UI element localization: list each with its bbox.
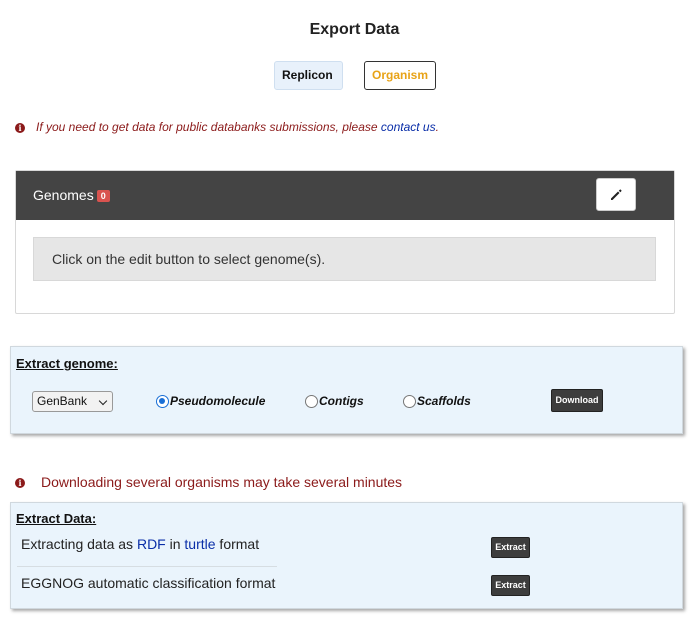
rdf-row-suffix: format	[215, 536, 260, 552]
rdf-row-text: Extracting data as RDF in turtle format	[21, 536, 259, 552]
extract-rdf-button[interactable]: Extract	[491, 537, 530, 558]
radio-contigs-dot[interactable]	[305, 394, 318, 408]
radio-contigs[interactable]: Contigs	[305, 394, 364, 408]
genomes-header: Genomes 0	[16, 171, 674, 220]
radio-pseudomolecule-dot[interactable]	[156, 394, 169, 408]
info-icon: i	[15, 123, 25, 133]
tab-replicon[interactable]: Replicon	[274, 61, 343, 90]
genomes-empty-message: Click on the edit button to select genom…	[33, 237, 656, 281]
info-icon: i	[15, 478, 25, 488]
rdf-row-middle: in	[165, 536, 185, 552]
radio-scaffolds-dot[interactable]	[403, 394, 416, 408]
radio-scaffolds-label: Scaffolds	[417, 394, 471, 408]
extract-data-panel: Extract Data: Extracting data as RDF in …	[10, 502, 683, 609]
row-divider	[17, 566, 277, 567]
tab-organism[interactable]: Organism	[364, 61, 436, 90]
format-select[interactable]: GenBank	[32, 391, 113, 412]
warning-text: Downloading several organisms may take s…	[41, 474, 403, 490]
extract-eggnog-button[interactable]: Extract	[491, 575, 530, 596]
edit-genomes-button[interactable]	[596, 178, 636, 211]
chevron-down-icon	[98, 396, 108, 406]
extract-data-title: Extract Data:	[16, 511, 97, 526]
pencil-icon	[611, 188, 622, 200]
export-tabs: Replicon Organism	[274, 61, 436, 90]
radio-pseudomolecule[interactable]: Pseudomolecule	[156, 394, 265, 408]
eggnog-row-text: EGGNOG automatic classification format	[21, 575, 276, 591]
download-button[interactable]: Download	[551, 389, 603, 412]
genomes-count-badge: 0	[96, 190, 110, 202]
extract-genome-panel: Extract genome: GenBank Pseudomolecule C…	[10, 346, 683, 434]
rdf-row-prefix: Extracting data as	[21, 536, 137, 552]
extract-genome-title: Extract genome:	[16, 356, 118, 371]
radio-pseudomolecule-label: Pseudomolecule	[170, 394, 266, 408]
genomes-title: Genomes 0	[33, 187, 110, 203]
genomes-label: Genomes	[33, 187, 94, 203]
databank-info: i If you need to get data for public data…	[15, 120, 439, 134]
genomes-panel: Genomes 0 Click on the edit button to sel…	[15, 170, 675, 314]
page-title: Export Data	[309, 21, 400, 38]
info-text: If you need to get data for public datab…	[36, 120, 381, 134]
info-suffix: .	[435, 120, 439, 134]
turtle-link[interactable]: turtle	[184, 536, 215, 552]
rdf-link[interactable]: RDF	[137, 536, 166, 552]
contact-us-link[interactable]: contact us	[381, 120, 436, 134]
format-select-value: GenBank	[37, 394, 88, 408]
radio-contigs-label: Contigs	[319, 394, 364, 408]
download-warning: i Downloading several organisms may take …	[15, 474, 402, 490]
radio-scaffolds[interactable]: Scaffolds	[403, 394, 471, 408]
